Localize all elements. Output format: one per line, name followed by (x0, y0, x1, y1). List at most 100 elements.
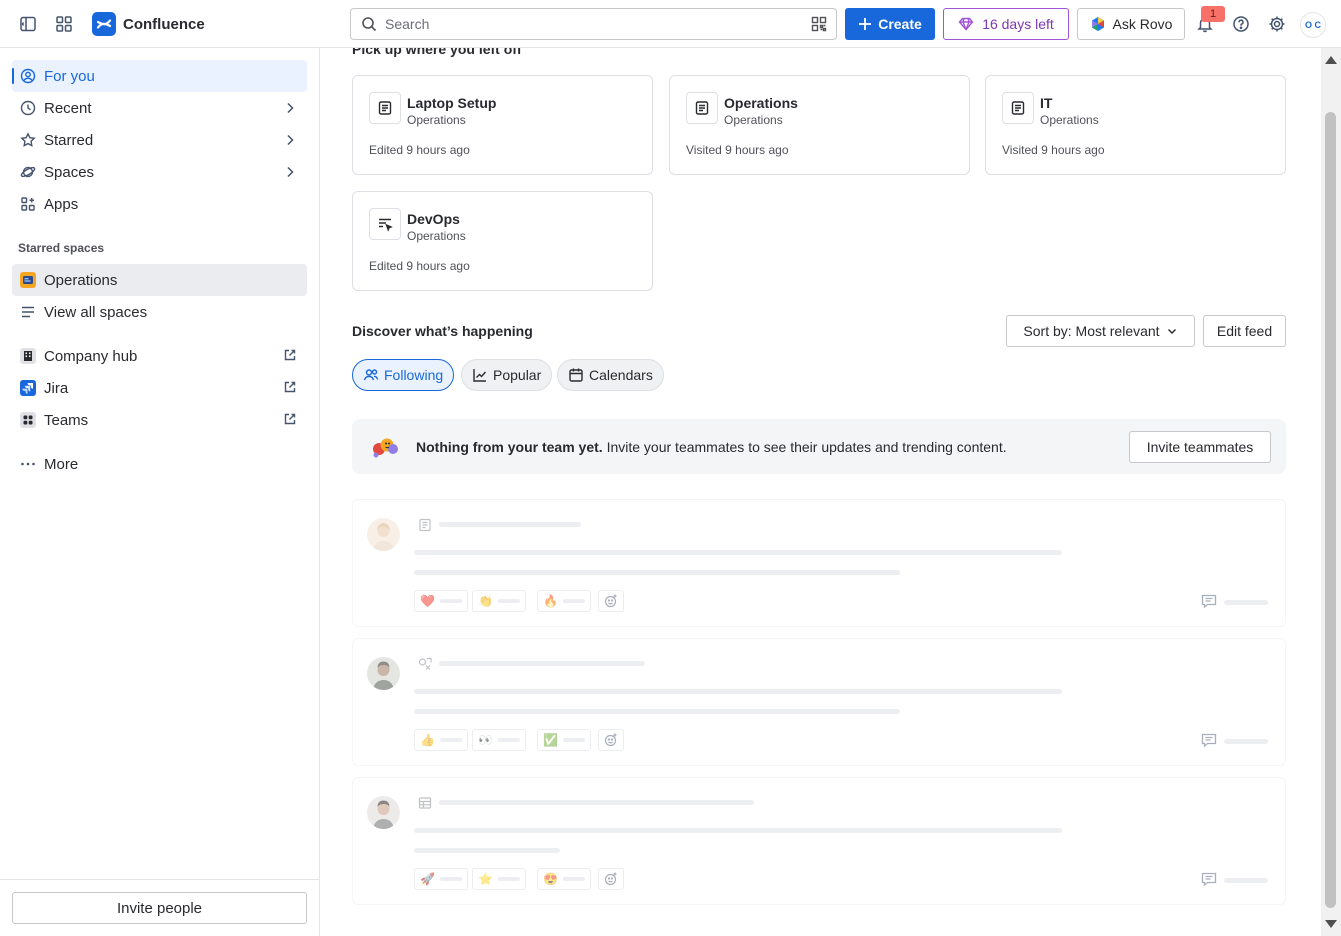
card-space: Operations (407, 229, 466, 243)
reaction-chip[interactable]: 👍 (414, 729, 468, 751)
calendar-icon (568, 367, 584, 383)
recent-page-card[interactable]: Laptop Setup Operations Edited 9 hours a… (352, 75, 653, 175)
planet-icon (20, 164, 36, 180)
tab-following[interactable]: Following (352, 359, 455, 391)
comment-icon (1201, 594, 1217, 608)
star-icon (20, 132, 36, 148)
apps-icon (20, 196, 36, 212)
search-input[interactable] (385, 16, 795, 32)
plus-icon (858, 17, 872, 31)
add-reaction-icon[interactable] (598, 729, 624, 751)
sidebar-item-spaces[interactable]: Spaces (12, 156, 307, 188)
edit-feed-button[interactable]: Edit feed (1203, 315, 1286, 347)
sidebar-item-more[interactable]: More (12, 448, 307, 480)
reaction-emoji: ❤️ (420, 594, 435, 608)
skeleton-line (1224, 878, 1268, 883)
confluence-logo[interactable]: Confluence (92, 12, 205, 36)
reaction-chip[interactable]: ✅ (537, 729, 591, 751)
add-reaction-icon[interactable] (598, 590, 624, 612)
sidebar-item-jira[interactable]: Jira (12, 372, 307, 404)
page-icon (369, 92, 401, 124)
scroll-down-arrow-icon[interactable] (1324, 918, 1338, 930)
search-box[interactable] (350, 8, 837, 40)
reaction-emoji: 😍 (543, 872, 558, 886)
tab-label: Calendars (589, 367, 653, 383)
confluence-logo-icon (92, 12, 116, 36)
app-switcher-icon[interactable] (52, 12, 76, 36)
help-icon[interactable] (1229, 12, 1253, 36)
reaction-chip[interactable]: 🚀 (414, 868, 468, 890)
ask-rovo-label: Ask Rovo (1112, 16, 1173, 32)
scrollbar-thumb[interactable] (1325, 112, 1336, 908)
skeleton-line (439, 800, 754, 805)
feed-placeholder-card: ❤️ 👏 🔥 (352, 499, 1286, 627)
sidebar-toggle-icon[interactable] (16, 12, 40, 36)
ask-rovo-button[interactable]: Ask Rovo (1077, 8, 1185, 40)
whiteboard-icon (418, 657, 432, 671)
trend-icon (472, 367, 488, 383)
reaction-emoji: 🔥 (543, 594, 558, 608)
reaction-chip[interactable]: 👀 (472, 729, 526, 751)
reaction-chip[interactable]: 👏 (472, 590, 526, 612)
trial-button[interactable]: 16 days left (943, 8, 1069, 40)
sidebar-item-starred[interactable]: Starred (12, 124, 307, 156)
chevron-down-icon (1166, 325, 1178, 337)
teams-icon (20, 412, 36, 428)
banner-message: Nothing from your team yet. Invite your … (416, 439, 1007, 455)
external-link-icon (283, 412, 297, 426)
sidebar-item-label: For you (44, 67, 95, 85)
create-button[interactable]: Create (845, 8, 935, 40)
sort-dropdown[interactable]: Sort by: Most relevant (1006, 315, 1195, 347)
more-dots-icon (20, 456, 36, 472)
recent-page-card[interactable]: Operations Operations Visited 9 hours ag… (669, 75, 970, 175)
page-icon (418, 518, 432, 532)
invite-people-button[interactable]: Invite people (12, 892, 307, 924)
tab-label: Following (384, 367, 444, 383)
user-circle-icon (20, 68, 36, 84)
card-meta: Edited 9 hours ago (369, 143, 470, 157)
reaction-emoji: 👍 (420, 733, 435, 747)
reaction-chip[interactable]: ⭐ (472, 868, 526, 890)
scroll-up-arrow-icon[interactable] (1324, 54, 1338, 66)
search-filter-icon[interactable] (811, 16, 827, 32)
recent-page-card[interactable]: DevOps Operations Edited 9 hours ago (352, 191, 653, 291)
clock-icon (20, 100, 36, 116)
operations-space-icon (20, 272, 36, 288)
reaction-chip[interactable]: 🔥 (537, 590, 591, 612)
tab-popular[interactable]: Popular (461, 359, 553, 391)
recent-page-card[interactable]: IT Operations Visited 9 hours ago (985, 75, 1286, 175)
sidebar-item-operations-space[interactable]: Operations (12, 264, 307, 296)
sidebar-item-label: Company hub (44, 347, 138, 365)
feed-placeholder-card: 🚀 ⭐ 😍 (352, 777, 1286, 905)
chevron-right-icon[interactable] (283, 165, 297, 179)
empty-feed-banner: Nothing from your team yet. Invite your … (352, 419, 1286, 474)
chevron-right-icon[interactable] (283, 101, 297, 115)
sidebar-item-view-all-spaces[interactable]: View all spaces (12, 296, 307, 328)
avatar (367, 518, 400, 551)
reaction-chip[interactable]: 😍 (537, 868, 591, 890)
settings-gear-icon[interactable] (1265, 12, 1289, 36)
active-indicator (12, 68, 14, 84)
reaction-emoji: ✅ (543, 733, 558, 747)
tab-calendars[interactable]: Calendars (557, 359, 664, 391)
main-scrollbar[interactable] (1321, 48, 1341, 936)
invite-teammates-button[interactable]: Invite teammates (1129, 431, 1271, 463)
sidebar-item-for-you[interactable]: For you (12, 60, 307, 92)
starred-spaces-heading: Starred spaces (18, 241, 105, 255)
people-icon (363, 367, 379, 383)
chevron-right-icon[interactable] (283, 133, 297, 147)
skeleton-line (1224, 600, 1268, 605)
sidebar-item-apps[interactable]: Apps (12, 188, 307, 220)
sidebar-item-label: More (44, 455, 79, 473)
reaction-emoji: 👏 (478, 594, 493, 608)
add-reaction-icon[interactable] (598, 868, 624, 890)
sidebar-item-recent[interactable]: Recent (12, 92, 307, 124)
reaction-chip[interactable]: ❤️ (414, 590, 468, 612)
sidebar-item-company-hub[interactable]: Company hub (12, 340, 307, 372)
main-content: Pick up where you left off Laptop Setup … (320, 48, 1321, 936)
card-meta: Visited 9 hours ago (686, 143, 789, 157)
avatar (367, 796, 400, 829)
sidebar-item-teams[interactable]: Teams (12, 404, 307, 436)
profile-avatar[interactable]: O C (1300, 12, 1326, 38)
sidebar: For you Recent Starred Spaces Apps Starr… (0, 48, 320, 936)
